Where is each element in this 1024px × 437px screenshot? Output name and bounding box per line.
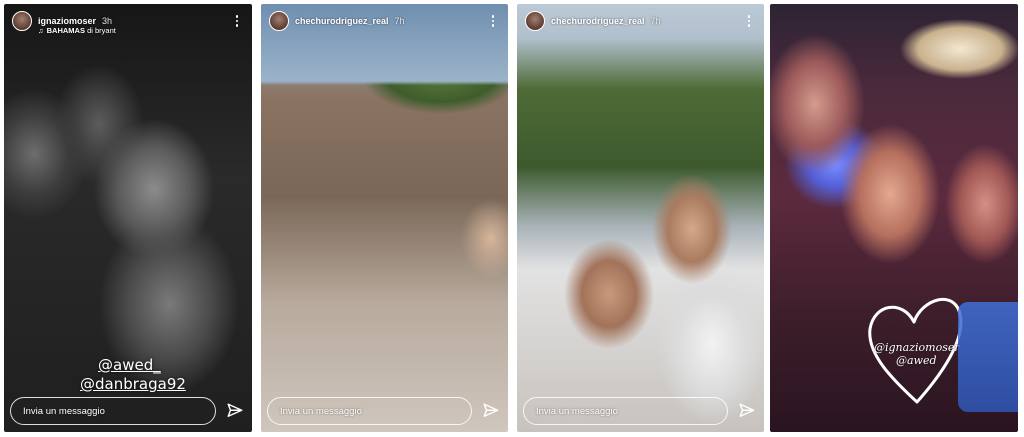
story-panel-1[interactable]: ignaziomoser 3h ♫ BAHAMAS di bryant @awed…: [4, 4, 252, 432]
story-footer: Invia un messaggio: [523, 396, 756, 426]
sticker-mention[interactable]: @awed: [896, 354, 937, 367]
avatar[interactable]: [12, 11, 32, 31]
more-vertical-icon[interactable]: [486, 11, 500, 31]
story-footer: Invia un messaggio: [10, 396, 244, 426]
story-panel-3[interactable]: chechurodriguez_real 7h Invia un messagg…: [517, 4, 764, 432]
music-connector: di: [87, 26, 93, 35]
story-username[interactable]: chechurodriguez_real: [295, 16, 389, 26]
send-icon[interactable]: [226, 402, 244, 420]
story-time: 7h: [650, 16, 661, 26]
story-header: chechurodriguez_real 7h: [525, 10, 756, 32]
message-input[interactable]: Invia un messaggio: [523, 397, 728, 425]
heart-sticker[interactable]: @ignaziomoser @awed: [862, 284, 972, 414]
story-panel-2[interactable]: chechurodriguez_real 7h Invia un messagg…: [261, 4, 508, 432]
story-username[interactable]: chechurodriguez_real: [551, 16, 645, 26]
story-footer: Invia un messaggio: [267, 396, 500, 426]
music-note-icon: ♫: [38, 26, 44, 35]
story-time: 3h: [102, 16, 113, 26]
message-input[interactable]: Invia un messaggio: [267, 397, 472, 425]
more-vertical-icon[interactable]: [230, 11, 244, 31]
more-vertical-icon[interactable]: [742, 11, 756, 31]
mention-tag[interactable]: @danbraga92: [80, 375, 186, 393]
message-input[interactable]: Invia un messaggio: [10, 397, 216, 425]
story-time: 7h: [394, 16, 405, 26]
mention-tag[interactable]: @awed_: [98, 356, 161, 374]
story-panel-4[interactable]: @ignaziomoser @awed: [770, 4, 1018, 432]
story-username[interactable]: ignaziomoser: [38, 16, 96, 26]
sticker-mention[interactable]: @ignaziomoser: [874, 341, 960, 354]
music-artist: bryant: [95, 26, 116, 35]
story-header: chechurodriguez_real 7h: [269, 10, 500, 32]
send-icon[interactable]: [738, 402, 756, 420]
avatar[interactable]: [269, 11, 289, 31]
music-label[interactable]: ♫ BAHAMAS di bryant: [38, 26, 116, 35]
music-title: BAHAMAS: [46, 26, 85, 35]
avatar[interactable]: [525, 11, 545, 31]
send-icon[interactable]: [482, 402, 500, 420]
